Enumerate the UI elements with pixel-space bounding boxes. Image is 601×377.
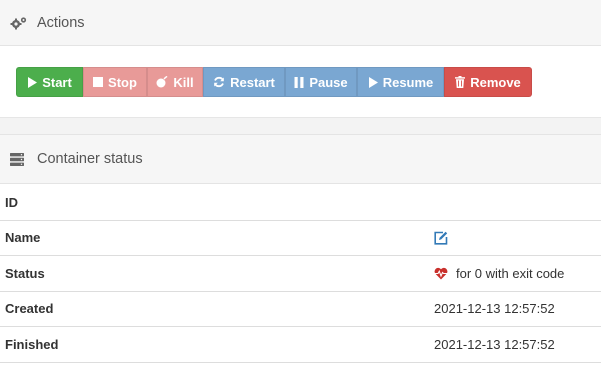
container-status-table: ID Name Status for 0 with exit code Crea… (0, 185, 601, 363)
row-key: Created (5, 301, 54, 317)
remove-button[interactable]: Remove (444, 67, 532, 97)
row-key: Name (5, 230, 41, 246)
actions-button-group: Start Stop Kill Restart Pause Resume Rem… (16, 67, 532, 97)
section-divider (0, 117, 601, 134)
refresh-icon (213, 76, 225, 88)
resume-button[interactable]: Resume (357, 67, 444, 97)
table-row-created: Created 2021-12-13 12:57:52 (0, 292, 601, 327)
table-row-status: Status for 0 with exit code (0, 256, 601, 292)
play-icon (27, 76, 38, 88)
row-value-cell (430, 231, 601, 245)
start-button[interactable]: Start (16, 67, 83, 97)
bomb-icon (156, 76, 168, 88)
resume-label: Resume (382, 74, 434, 90)
actions-title: Actions (37, 14, 85, 31)
cogs-icon (10, 15, 30, 31)
remove-label: Remove (470, 74, 521, 90)
heartbeat-icon (434, 267, 448, 280)
row-key: ID (5, 194, 18, 210)
trash-icon (455, 76, 466, 88)
stop-button[interactable]: Stop (83, 67, 147, 97)
start-label: Start (42, 74, 72, 90)
table-row-id: ID (0, 185, 601, 221)
row-value: 2021-12-13 12:57:52 (434, 336, 555, 352)
server-icon (10, 151, 30, 167)
table-row-name: Name (0, 221, 601, 256)
actions-panel-header: Actions (0, 0, 601, 46)
restart-button[interactable]: Restart (203, 67, 285, 97)
kill-button[interactable]: Kill (147, 67, 203, 97)
pause-icon (294, 76, 304, 88)
row-key: Finished (5, 336, 59, 352)
kill-label: Kill (173, 74, 194, 90)
pause-label: Pause (309, 74, 348, 90)
pause-button[interactable]: Pause (285, 67, 357, 97)
stop-icon (93, 77, 104, 87)
container-status-header: Container status (0, 134, 601, 184)
row-value: 2021-12-13 12:57:52 (434, 301, 555, 317)
container-status-title: Container status (37, 151, 143, 167)
stop-label: Stop (108, 74, 137, 90)
status-value: for 0 with exit code (456, 265, 565, 281)
row-value-cell: for 0 with exit code (430, 266, 601, 281)
table-row-finished: Finished 2021-12-13 12:57:52 (0, 327, 601, 363)
edit-icon[interactable] (434, 231, 448, 245)
row-key: Status (5, 265, 45, 281)
restart-label: Restart (230, 74, 275, 90)
play-icon (368, 76, 378, 88)
